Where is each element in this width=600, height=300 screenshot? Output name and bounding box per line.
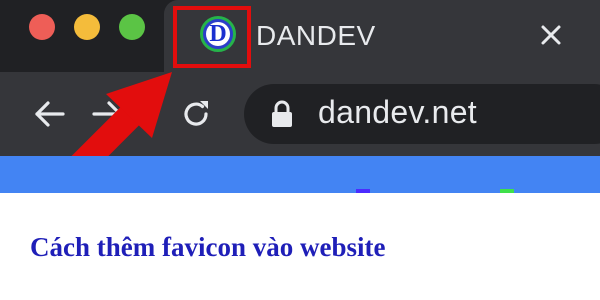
lock-icon[interactable] bbox=[270, 100, 294, 128]
address-url[interactable]: dandev.net bbox=[318, 94, 477, 131]
banner-marker bbox=[500, 189, 514, 193]
window-close-button[interactable] bbox=[29, 14, 55, 40]
arrow-right-icon[interactable] bbox=[90, 96, 126, 132]
window-minimize-button[interactable] bbox=[74, 14, 100, 40]
site-banner bbox=[0, 156, 600, 193]
article-heading: Cách thêm favicon vào website bbox=[30, 232, 386, 262]
arrow-left-icon[interactable] bbox=[31, 96, 67, 132]
close-icon[interactable] bbox=[536, 20, 566, 50]
tab-title: DANDEV bbox=[256, 20, 376, 51]
banner-marker bbox=[356, 189, 370, 193]
favicon-highlight-box bbox=[173, 6, 251, 68]
window-maximize-button[interactable] bbox=[119, 14, 145, 40]
reload-icon[interactable] bbox=[178, 96, 214, 132]
